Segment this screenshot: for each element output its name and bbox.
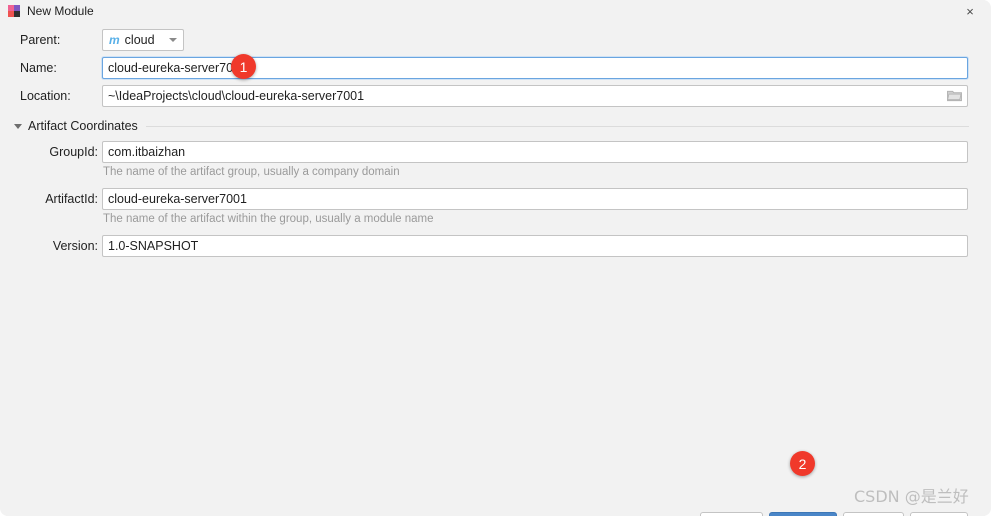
artifact-id-input[interactable]: cloud-eureka-server7001 xyxy=(102,188,968,210)
version-label: Version: xyxy=(52,239,98,253)
artifact-coordinates-section-header[interactable]: Artifact Coordinates xyxy=(14,118,969,134)
dialog-titlebar: New Module × xyxy=(0,0,991,22)
group-id-input[interactable]: com.itbaizhan xyxy=(102,141,968,163)
module-form: Parent: m cloud Name: cloud-eureka-serve… xyxy=(0,22,991,472)
name-input-value: cloud-eureka-server7001 xyxy=(108,61,247,75)
folder-icon[interactable] xyxy=(947,89,962,102)
maven-module-icon: m xyxy=(109,33,120,47)
finish-button[interactable]: Finish xyxy=(769,512,837,516)
version-input-value: 1.0-SNAPSHOT xyxy=(108,239,199,253)
triangle-down-icon[interactable] xyxy=(14,123,22,129)
location-row: Location: xyxy=(20,85,98,107)
name-row: Name: xyxy=(20,57,98,79)
version-row: Version: xyxy=(20,235,98,257)
dialog-title: New Module xyxy=(27,4,94,18)
name-label: Name: xyxy=(20,61,57,75)
parent-dropdown[interactable]: m cloud xyxy=(102,29,184,51)
parent-value: cloud xyxy=(124,33,155,47)
step-badge-2: 2 xyxy=(790,451,815,476)
intellij-idea-icon xyxy=(8,5,20,17)
artifact-id-label: ArtifactId: xyxy=(45,192,98,206)
location-input-value: ~\IdeaProjects\cloud\cloud-eureka-server… xyxy=(108,89,365,103)
group-id-input-value: com.itbaizhan xyxy=(108,145,186,159)
cancel-button[interactable]: Cancel xyxy=(843,512,904,516)
close-icon[interactable]: × xyxy=(957,0,983,22)
artifact-id-hint: The name of the artifact within the grou… xyxy=(103,213,434,225)
parent-label: Parent: xyxy=(20,33,61,47)
location-label: Location: xyxy=(20,89,71,103)
group-id-label: GroupId: xyxy=(49,145,98,159)
location-field-wrap: ~\IdeaProjects\cloud\cloud-eureka-server… xyxy=(102,85,968,107)
help-button[interactable]: Help xyxy=(910,512,968,516)
location-input[interactable]: ~\IdeaProjects\cloud\cloud-eureka-server… xyxy=(102,85,968,107)
parent-row: Parent: xyxy=(20,29,98,51)
artifact-id-row: ArtifactId: xyxy=(20,188,98,210)
section-divider xyxy=(145,125,969,127)
group-id-hint: The name of the artifact group, usually … xyxy=(103,166,400,178)
group-id-row: GroupId: xyxy=(20,141,98,163)
chevron-down-icon xyxy=(169,38,177,42)
new-module-dialog: New Module × Parent: m cloud Name: cloud… xyxy=(0,0,991,516)
step-badge-1: 1 xyxy=(231,54,256,79)
previous-button[interactable]: Previous xyxy=(700,512,763,516)
artifact-id-input-value: cloud-eureka-server7001 xyxy=(108,192,247,206)
version-input[interactable]: 1.0-SNAPSHOT xyxy=(102,235,968,257)
dialog-footer: Previous Finish Cancel Help xyxy=(0,472,991,516)
artifact-coordinates-title: Artifact Coordinates xyxy=(28,119,138,133)
